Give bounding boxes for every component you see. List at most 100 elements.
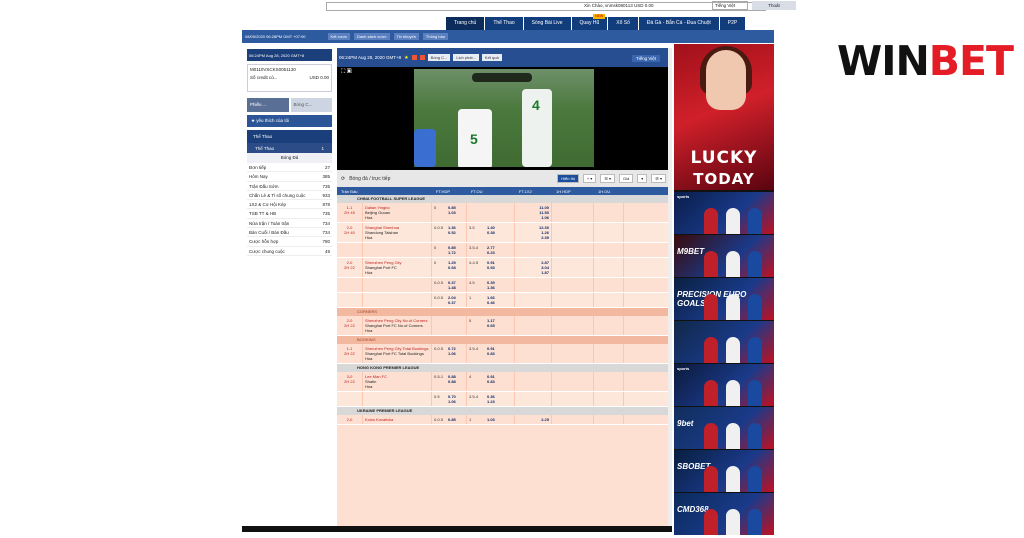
stats-icon[interactable]: [419, 55, 425, 60]
player-figure: [704, 509, 718, 535]
market-menu-item[interactable]: TSB TT & HB 735: [247, 209, 332, 219]
video-overlay: [472, 73, 532, 82]
refresh-icon[interactable]: ⟳: [341, 176, 345, 182]
notice-button[interactable]: Thông báo: [422, 33, 449, 40]
match-time: 2H 22: [344, 323, 355, 328]
live-icon[interactable]: [411, 55, 417, 60]
ou-odd-over[interactable]: 1.03: [487, 417, 512, 422]
sport-ad[interactable]: SBOBET: [674, 450, 774, 492]
market-menu-item[interactable]: Bàn Cuối / Bàn Đầu 734: [247, 228, 332, 238]
market-menu-item[interactable]: 1X2 & Cơ Hội Kép 878: [247, 200, 332, 210]
hdp-odd-away[interactable]: 0.88: [448, 379, 464, 384]
fullscreen-icon[interactable]: ⛶ ▣: [341, 69, 352, 76]
hdp-odd-away[interactable]: 1.72: [448, 250, 464, 255]
ou-odd-under[interactable]: 1.36: [487, 285, 512, 290]
display-button[interactable]: Hiển thị: [557, 174, 579, 183]
language-select[interactable]: Tiếng Việt: [712, 1, 748, 10]
hdp-odd-away[interactable]: 1.06: [448, 351, 464, 356]
hdp-odd-away[interactable]: 1.03: [448, 210, 464, 215]
ad-banner[interactable]: LUCKY TODAY sports M9BET PRECISION EURO GO…: [674, 44, 774, 535]
ou-odd-under[interactable]: 0.46: [487, 300, 512, 305]
view-icon[interactable]: ☰ ▾: [600, 174, 616, 183]
player-figure: [748, 251, 762, 277]
video-language-button[interactable]: Tiếng Việt: [631, 55, 660, 62]
market-menu-item[interactable]: Cược chung cuộc 49: [247, 247, 332, 256]
logout-button[interactable]: Thoát: [752, 1, 796, 10]
star-icon[interactable]: ★: [404, 55, 408, 61]
results-button[interactable]: Kết quả: [481, 54, 502, 61]
football-button[interactable]: Bóng C...: [290, 98, 332, 112]
bet-result-button[interactable]: Kết cược: [327, 33, 350, 40]
market-menu-item[interactable]: Hôm Nay 385: [247, 172, 332, 182]
hdp-odd-away[interactable]: 0.37: [448, 300, 464, 305]
menu-item-label: Cược chung cuộc: [249, 248, 285, 254]
nav-tab[interactable]: Trang chủ: [446, 17, 486, 30]
add-icon[interactable]: + ▾: [582, 174, 597, 183]
nav-tab[interactable]: Xổ Số: [608, 17, 639, 30]
player-figure: [748, 294, 762, 320]
ou-odd-under[interactable]: 0.93: [487, 265, 512, 270]
hdp-odd-away[interactable]: 1.48: [448, 285, 464, 290]
ou-odd-under[interactable]: 0.83: [487, 379, 512, 384]
x12-odd-home[interactable]: 2.25: [517, 417, 549, 422]
scrollbar[interactable]: [668, 48, 672, 528]
search-input[interactable]: [326, 2, 766, 11]
odds-toolbar: ⟳ Bóng đá / trực tiếp Hiển thị + ▾ ☰ ▾ G…: [337, 170, 670, 187]
market-menu-item[interactable]: Chấn Lẻ & Tỉ số chung cuộc 933: [247, 191, 332, 201]
video-football-button[interactable]: Bóng C...: [427, 54, 451, 61]
ou-odd-under[interactable]: 0.23: [487, 250, 512, 255]
home-team: Kolos Kovalivka: [365, 417, 394, 422]
bet-slip-button[interactable]: Phiếu ...: [247, 98, 289, 112]
sort-icon[interactable]: ▾: [637, 174, 648, 183]
video-datetime-bar: 06:24PM Aug 28, 2020 GMT+8: [247, 49, 332, 61]
video-toolbar: 06:24PM Aug 28, 2020 GMT+8 ★ Bóng C... L…: [337, 48, 670, 67]
ou-odd-under[interactable]: 0.83: [487, 351, 512, 356]
hdp-odd-away[interactable]: 1.06: [448, 399, 464, 404]
sport-ad[interactable]: [674, 321, 774, 363]
sport-ad[interactable]: PRECISION EURO GOALS: [674, 278, 774, 320]
sport-ad[interactable]: M9BET: [674, 235, 774, 277]
favorites-link[interactable]: ★ yêu thích của tôi: [247, 115, 332, 127]
sport-ad[interactable]: sports: [674, 192, 774, 234]
list-icon[interactable]: ☰ ▾: [651, 174, 666, 183]
sports-sub[interactable]: Thể Thao 1: [247, 143, 332, 153]
nav-tab[interactable]: Quay Hũ NEW: [571, 14, 609, 30]
hdp-line: 0-0.5: [434, 225, 444, 230]
market-menu-item[interactable]: Đơn tiếp 27: [247, 163, 332, 173]
news-button[interactable]: Tin khuyến: [393, 33, 419, 40]
nav-tab[interactable]: P2P: [719, 17, 747, 30]
col-match: Trận Đấu: [341, 188, 358, 194]
bet-list-button[interactable]: Danh sách cược: [353, 33, 390, 40]
hdp-line: 0.5: [434, 394, 440, 399]
ou-odd-under[interactable]: 0.38: [487, 230, 512, 235]
video-player[interactable]: Tiếng Việt ⛶ ▣ 5 4: [337, 55, 670, 170]
x12-odd-draw[interactable]: 1.87: [517, 270, 549, 275]
odds-type-button[interactable]: Giá: [619, 174, 634, 183]
player-figure: [726, 208, 740, 234]
market-menu-item[interactable]: Cược hỗn hợp 780: [247, 237, 332, 247]
nav-tab[interactable]: Sòng Bài Live: [523, 17, 572, 30]
ou-line: 3.5-4: [469, 346, 479, 351]
match-row: 2-0 2H 22 Shenzhen Peng City No.of Corners…: [337, 316, 670, 336]
sport-ad[interactable]: CMD368: [674, 493, 774, 535]
nav-tab[interactable]: Thể Thao: [485, 17, 524, 30]
x12-odd-draw[interactable]: 2.39: [517, 235, 549, 240]
lucky-today-ad[interactable]: LUCKY TODAY: [674, 44, 774, 190]
schedule-button[interactable]: Lịch phát...: [453, 54, 479, 61]
hdp-odd-away[interactable]: 0.52: [448, 230, 464, 235]
menu-item-label: Cược hỗn hợp: [249, 239, 279, 245]
player-figure: [748, 208, 762, 234]
market-menu-item[interactable]: Nửa trận / Toàn trận 734: [247, 219, 332, 229]
sport-ad[interactable]: 9bet: [674, 407, 774, 449]
hdp-odd-home[interactable]: 0.85: [448, 417, 464, 422]
market-menu-item[interactable]: Trận Đấu Sớm 735: [247, 182, 332, 191]
sports-sub-count: 1: [321, 145, 324, 151]
sport-name: Bóng Đá: [247, 153, 332, 163]
x12-odd-draw[interactable]: 1.06: [517, 215, 549, 220]
hdp-odd-away[interactable]: 0.68: [448, 265, 464, 270]
ou-odd-under[interactable]: 1.23: [487, 399, 512, 404]
nav-tab[interactable]: Đá Gà - Bắn Cá - Đua Chuột: [638, 17, 720, 30]
menu-item-label: Bàn Cuối / Bàn Đầu: [249, 230, 289, 236]
ou-odd-under[interactable]: 0.65: [487, 323, 512, 328]
sport-ad[interactable]: sports: [674, 364, 774, 406]
